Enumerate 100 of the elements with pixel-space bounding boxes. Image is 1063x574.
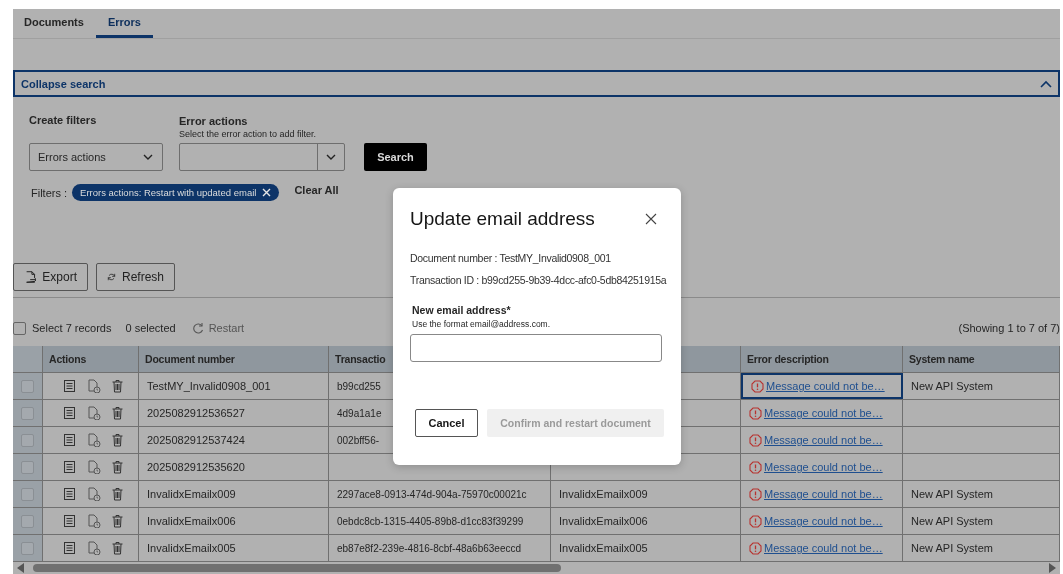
error-link[interactable]: Message could not be… — [764, 488, 883, 500]
scroll-left-icon — [17, 563, 25, 573]
table-cell: InvalidxEmailx009 — [559, 488, 648, 500]
dialog-title: Update email address — [410, 208, 595, 230]
error-icon — [751, 379, 764, 393]
dropdown[interactable]: Errors actions — [29, 143, 163, 171]
refresh-button[interactable]: Refresh — [96, 263, 175, 291]
refresh-icon — [191, 322, 204, 334]
select-all-label: Select 7 records — [32, 322, 112, 334]
row-checkbox[interactable] — [21, 541, 34, 555]
error-icon — [749, 541, 762, 555]
tab[interactable]: Documents — [13, 9, 96, 38]
table-cell: b99cd255 — [337, 380, 381, 392]
list-icon[interactable] — [63, 487, 77, 501]
chevron-down-icon — [142, 152, 154, 162]
trash-icon[interactable] — [111, 487, 125, 501]
field-label: New email address* — [411, 304, 512, 316]
table-cell: New API System — [911, 515, 993, 527]
collapse-search-label: Collapse search — [21, 77, 106, 90]
clear-all-link[interactable]: Clear All — [294, 184, 339, 196]
table-cell: eb87e8f2-239e-4816-8cbf-48a6b63eeccd — [337, 542, 522, 554]
trash-icon[interactable] — [111, 514, 125, 528]
table-cell: New API System — [911, 542, 993, 554]
row-checkbox[interactable] — [21, 379, 34, 393]
error-icon — [749, 514, 762, 528]
error-icon — [749, 487, 762, 501]
column-header[interactable]: Error description — [741, 346, 903, 372]
list-icon[interactable] — [63, 541, 77, 555]
field-label: Create filters — [29, 114, 98, 126]
row-checkbox[interactable] — [21, 406, 34, 420]
error-icon — [749, 433, 762, 447]
table-cell: InvalidxEmailx005 — [559, 542, 648, 554]
document-clock-icon[interactable] — [87, 487, 101, 501]
checkbox[interactable] — [13, 321, 26, 335]
column-header[interactable]: Document number — [139, 346, 329, 372]
close-icon — [262, 188, 272, 197]
error-link[interactable]: Message could not be… — [764, 515, 883, 527]
tab[interactable]: Errors — [95, 9, 153, 38]
error-link[interactable]: Message could not be… — [764, 542, 883, 554]
table-cell: 002bff56- — [337, 434, 380, 446]
document-clock-icon[interactable] — [87, 541, 101, 555]
collapse-search-bar[interactable]: Collapse search — [13, 70, 1060, 97]
row-checkbox[interactable] — [21, 487, 34, 501]
list-icon[interactable] — [63, 379, 77, 393]
export-icon — [24, 270, 37, 284]
row-checkbox[interactable] — [21, 514, 34, 528]
filters-label: Filters : — [31, 186, 68, 199]
export-button[interactable]: Export — [13, 263, 88, 291]
transaction-id-text: Transaction ID : b99cd255-9b39-4dcc-afc0-5db84251915a — [410, 274, 667, 286]
table-cell: TestMY_Invalid0908_001 — [147, 380, 271, 392]
list-icon[interactable] — [63, 406, 77, 420]
selected-count: 0 selected — [125, 322, 176, 334]
table-cell: 0ebdc8cb-1315-4405-89b8-d1cc83f39299 — [337, 515, 524, 527]
error-link[interactable]: Message could not be… — [764, 407, 883, 419]
close-icon[interactable] — [645, 213, 657, 225]
trash-icon[interactable] — [111, 433, 125, 447]
column-header[interactable]: System name — [903, 346, 1060, 372]
trash-icon[interactable] — [111, 406, 125, 420]
trash-icon[interactable] — [111, 541, 125, 555]
row-checkbox[interactable] — [21, 460, 34, 474]
field-hint: Use the format email@address.com. — [411, 319, 552, 329]
error-link[interactable]: Message could not be… — [764, 461, 883, 473]
document-number-text: Document number : TestMY_Invalid0908_001 — [410, 252, 611, 264]
scroll-right-icon — [1048, 563, 1056, 573]
table-cell: InvalidxEmailx006 — [559, 515, 648, 527]
trash-icon[interactable] — [111, 460, 125, 474]
column-header[interactable]: Actions — [43, 346, 139, 372]
combo-box[interactable] — [179, 143, 345, 171]
field-hint: Select the error action to add filter. — [179, 129, 318, 139]
table-cell: InvalidxEmailx005 — [147, 542, 236, 554]
cancel-button[interactable]: Cancel — [415, 409, 478, 437]
document-clock-icon[interactable] — [87, 406, 101, 420]
table-cell: InvalidxEmailx009 — [147, 488, 236, 500]
table-cell: 2297ace8-0913-474d-904a-75970c00021c — [337, 488, 527, 500]
row-checkbox[interactable] — [21, 433, 34, 447]
record-count: (Showing 1 to 7 of 7) — [958, 322, 1060, 334]
trash-icon[interactable] — [111, 379, 125, 393]
table-cell: InvalidxEmailx006 — [147, 515, 236, 527]
list-icon[interactable] — [63, 460, 77, 474]
error-icon — [749, 460, 762, 474]
table-cell: New API System — [911, 380, 993, 392]
chevron-down-icon — [325, 152, 337, 162]
search-button[interactable]: Search — [364, 143, 427, 171]
list-icon[interactable] — [63, 433, 77, 447]
scrollbar-thumb[interactable] — [33, 564, 561, 572]
email-input-field[interactable] — [410, 334, 662, 362]
document-clock-icon[interactable] — [87, 460, 101, 474]
table-cell: New API System — [911, 488, 993, 500]
error-icon — [749, 406, 762, 420]
document-clock-icon[interactable] — [87, 379, 101, 393]
document-clock-icon[interactable] — [87, 514, 101, 528]
table-cell: 2025082912537424 — [147, 434, 245, 446]
list-icon[interactable] — [63, 514, 77, 528]
document-clock-icon[interactable] — [87, 433, 101, 447]
table-cell: 2025082912535620 — [147, 461, 245, 473]
table-cell: 4d9a1a1e — [337, 407, 382, 419]
field-label: Error actions — [179, 115, 249, 127]
error-link[interactable]: Message could not be… — [764, 434, 883, 446]
error-link[interactable]: Message could not be… — [766, 380, 885, 392]
filter-chip[interactable]: Errors actions: Restart with updated email — [72, 184, 280, 201]
